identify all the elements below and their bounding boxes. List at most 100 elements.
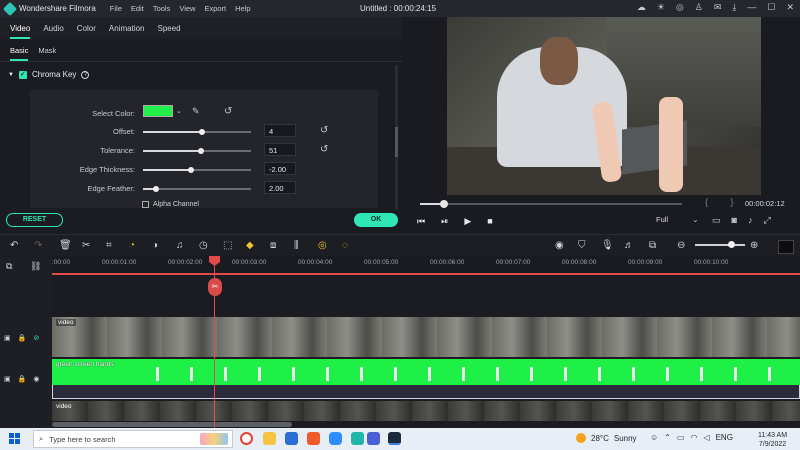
- network-icon[interactable]: ▭: [677, 433, 685, 442]
- video-clip[interactable]: video: [52, 317, 800, 357]
- eye-icon[interactable]: ◉: [33, 375, 39, 383]
- offset-slider[interactable]: [143, 129, 251, 135]
- edge-feather-slider[interactable]: [143, 186, 251, 192]
- tab-video[interactable]: Video: [10, 24, 31, 39]
- play-icon[interactable]: ▶: [464, 216, 471, 227]
- brave-icon[interactable]: [307, 432, 320, 445]
- offset-input[interactable]: 4: [264, 124, 296, 137]
- color-icon[interactable]: ◑: [152, 240, 158, 251]
- zoom-in-icon[interactable]: ⊕: [750, 240, 758, 251]
- filmora-taskbar-icon[interactable]: [388, 432, 401, 445]
- windows-start-icon[interactable]: [9, 433, 20, 444]
- fit-icon[interactable]: ⬚: [223, 240, 232, 251]
- redo-icon[interactable]: ↷: [34, 240, 42, 251]
- offset-reset-icon[interactable]: ↺: [320, 125, 328, 136]
- bottom-video-clip[interactable]: video: [52, 401, 800, 421]
- duration-icon[interactable]: ◷: [199, 240, 208, 251]
- tolerance-slider[interactable]: [143, 148, 251, 154]
- menu-view[interactable]: View: [179, 4, 195, 13]
- download-icon[interactable]: ⤓: [732, 2, 736, 13]
- crop-icon[interactable]: ⌗: [106, 240, 112, 251]
- maximize-icon[interactable]: ☐: [767, 2, 775, 13]
- timeline-scrollbar[interactable]: [52, 422, 292, 427]
- marker-icon[interactable]: ⛉: [578, 240, 586, 251]
- chevron-up-icon[interactable]: ⌃: [664, 433, 671, 442]
- chroma-key-checkbox[interactable]: ✓: [18, 70, 27, 79]
- menu-file[interactable]: File: [110, 4, 122, 13]
- subtab-mask[interactable]: Mask: [38, 46, 56, 55]
- snapshot-icon[interactable]: ◙: [732, 215, 737, 226]
- alpha-channel-checkbox[interactable]: [142, 201, 149, 208]
- tolerance-reset-icon[interactable]: ↺: [320, 144, 328, 155]
- headset-icon[interactable]: ◎: [676, 2, 684, 13]
- tolerance-slider-knob[interactable]: [198, 148, 205, 154]
- edge-feather-input[interactable]: 2.00: [264, 181, 296, 194]
- app-icon[interactable]: [367, 432, 380, 445]
- keyframe-icon[interactable]: ◆: [246, 240, 254, 251]
- chevron-down-icon[interactable]: ⌄: [176, 107, 182, 115]
- lock-icon[interactable]: 🔒: [18, 334, 27, 342]
- app-icon[interactable]: [351, 432, 364, 445]
- audio-icon[interactable]: ♫: [176, 240, 184, 251]
- menu-export[interactable]: Export: [204, 4, 226, 13]
- auto-sync-icon[interactable]: ◌: [342, 240, 348, 251]
- edge-thickness-input[interactable]: -2.00: [264, 162, 296, 175]
- undo-icon[interactable]: ↶: [10, 240, 18, 251]
- monitor-icon[interactable]: ▭: [712, 215, 721, 226]
- green-screen-icon[interactable]: ⧈: [270, 240, 276, 251]
- taskbar-clock[interactable]: 11:43 AM 7/9/2022: [758, 431, 787, 449]
- preview-scrubber[interactable]: [420, 200, 682, 208]
- color-swatch[interactable]: [143, 105, 173, 117]
- offset-slider-knob[interactable]: [199, 129, 206, 135]
- delete-icon[interactable]: 🗑: [59, 240, 72, 251]
- step-play-icon[interactable]: ⏯: [441, 216, 448, 227]
- tab-audio[interactable]: Audio: [43, 24, 63, 33]
- minimize-icon[interactable]: —: [747, 2, 756, 13]
- fullscreen-icon[interactable]: ⤢: [763, 215, 770, 226]
- edge-thickness-slider-knob[interactable]: [187, 167, 194, 173]
- previous-frame-icon[interactable]: ⏮: [417, 216, 425, 227]
- wifi-icon[interactable]: ◠: [690, 433, 697, 442]
- language-indicator[interactable]: ENG: [716, 433, 733, 442]
- tolerance-input[interactable]: 51: [264, 143, 296, 156]
- subtab-basic[interactable]: Basic: [10, 46, 29, 61]
- alpha-channel-option[interactable]: Alpha Channel: [142, 201, 199, 208]
- zoom-slider[interactable]: [695, 244, 745, 246]
- zoom-out-icon[interactable]: ⊖: [677, 240, 685, 251]
- eyedropper-icon[interactable]: ✎: [192, 106, 200, 117]
- mail-icon[interactable]: [285, 432, 298, 445]
- volume-icon[interactable]: ♪: [748, 215, 753, 226]
- volume-icon[interactable]: ◁: [703, 433, 709, 442]
- menu-edit[interactable]: Edit: [131, 4, 144, 13]
- audio-mixer-icon[interactable]: ⫼: [294, 240, 299, 251]
- add-track-icon[interactable]: ⧉: [6, 261, 12, 272]
- tab-speed[interactable]: Speed: [158, 24, 181, 33]
- notification-icon[interactable]: ✉: [714, 2, 722, 13]
- cloud-icon[interactable]: ☁: [637, 2, 646, 13]
- render-icon[interactable]: ◉: [555, 240, 564, 251]
- reset-color-icon[interactable]: ↺: [224, 106, 232, 117]
- stop-icon[interactable]: ■: [487, 216, 492, 227]
- mark-in-out-icons[interactable]: { }: [705, 197, 744, 207]
- hide-icon[interactable]: ⊘: [33, 334, 39, 342]
- menu-help[interactable]: Help: [235, 4, 250, 13]
- tab-animation[interactable]: Animation: [109, 24, 145, 33]
- reset-button[interactable]: RESET: [6, 213, 63, 227]
- speed-icon[interactable]: ◔: [129, 240, 135, 251]
- zoom-slider-knob[interactable]: [728, 241, 735, 248]
- motion-tracking-icon[interactable]: ◎: [318, 240, 327, 251]
- voiceover-icon[interactable]: ♬: [624, 240, 634, 251]
- green-screen-clip[interactable]: green screen hands: [52, 359, 800, 385]
- menu-tools[interactable]: Tools: [153, 4, 171, 13]
- panel-scrollbar[interactable]: [395, 65, 398, 210]
- account-icon[interactable]: ♙: [695, 2, 703, 13]
- lightbulb-icon[interactable]: ☀: [657, 2, 665, 13]
- chrome-icon[interactable]: [240, 432, 253, 445]
- help-icon[interactable]: ?: [81, 70, 90, 79]
- lock-icon[interactable]: 🔒: [18, 375, 27, 383]
- zoom-app-icon[interactable]: [329, 432, 342, 445]
- taskbar-search[interactable]: ⌕ Type here to search: [33, 430, 233, 448]
- edge-feather-slider-knob[interactable]: [152, 186, 159, 192]
- collapse-arrow-icon[interactable]: ▼: [8, 72, 14, 78]
- scissors-icon[interactable]: ✂: [208, 278, 222, 296]
